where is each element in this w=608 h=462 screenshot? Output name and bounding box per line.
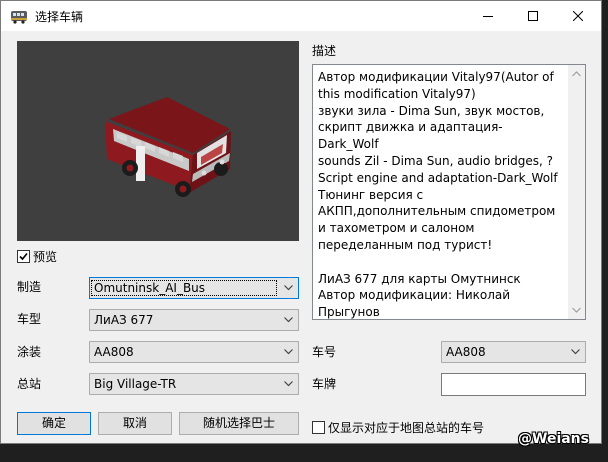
livery-select[interactable]: AA808: [89, 341, 299, 363]
close-button[interactable]: [555, 1, 601, 31]
depot-select[interactable]: Big Village-TR: [89, 373, 299, 395]
manufacturer-select[interactable]: Omutninsk_AI_Bus: [89, 277, 299, 299]
preview-label: 预览: [33, 250, 58, 264]
random-bus-button[interactable]: 随机选择巴士: [179, 412, 299, 435]
filter-label: 仅显示对应于地图总站的车号: [328, 421, 485, 435]
model-select[interactable]: ЛиАЗ 677: [89, 309, 299, 331]
scroll-up-icon[interactable]: [572, 71, 581, 77]
manufacturer-label: 制造: [17, 280, 42, 294]
maximize-icon: [528, 11, 538, 21]
depot-value: Big Village-TR: [94, 377, 177, 391]
filter-checkbox[interactable]: [312, 421, 325, 434]
plate-input[interactable]: [441, 373, 586, 396]
cancel-button[interactable]: 取消: [98, 412, 172, 435]
vehicle-number-value: AA808: [446, 345, 486, 359]
maximize-button[interactable]: [510, 1, 556, 31]
model-value: ЛиАЗ 677: [94, 313, 154, 327]
description-scrollbar[interactable]: [568, 65, 585, 319]
manufacturer-value: Omutninsk_AI_Bus: [91, 280, 277, 296]
vehicle-number-label: 车号: [312, 345, 337, 359]
bus-model-image: [105, 97, 231, 197]
chevron-down-icon: [284, 317, 293, 323]
description-text: Автор модификации Vitaly97(Autor of this…: [318, 70, 558, 320]
app-icon: [11, 11, 27, 24]
vehicle-number-select[interactable]: AA808: [441, 341, 586, 363]
chevron-down-icon: [284, 285, 293, 291]
watermark: @Weians: [518, 431, 589, 447]
description-label: 描述: [312, 44, 337, 58]
select-vehicle-dialog: 选择车辆 预览 制造 Omutninsk_AI_Bus 车型 ЛиАЗ 677 …: [0, 0, 602, 444]
minimize-icon: [483, 16, 493, 17]
scroll-down-icon[interactable]: [572, 307, 581, 313]
livery-value: AA808: [94, 345, 134, 359]
model-label: 车型: [17, 312, 42, 326]
ok-button[interactable]: 确定: [17, 412, 91, 435]
vehicle-preview: [17, 41, 299, 241]
preview-checkbox[interactable]: [17, 250, 30, 263]
description-textarea[interactable]: Автор модификации Vitaly97(Autor of this…: [312, 64, 586, 320]
depot-label: 总站: [17, 377, 42, 391]
minimize-button[interactable]: [465, 1, 511, 31]
chevron-down-icon: [284, 381, 293, 387]
chevron-down-icon: [571, 349, 580, 355]
chevron-down-icon: [284, 349, 293, 355]
plate-label: 车牌: [312, 377, 337, 391]
livery-label: 涂装: [17, 345, 42, 359]
check-icon: [19, 252, 28, 261]
title-bar: 选择车辆: [1, 1, 601, 31]
window-title: 选择车辆: [35, 10, 84, 24]
close-icon: [573, 11, 583, 21]
